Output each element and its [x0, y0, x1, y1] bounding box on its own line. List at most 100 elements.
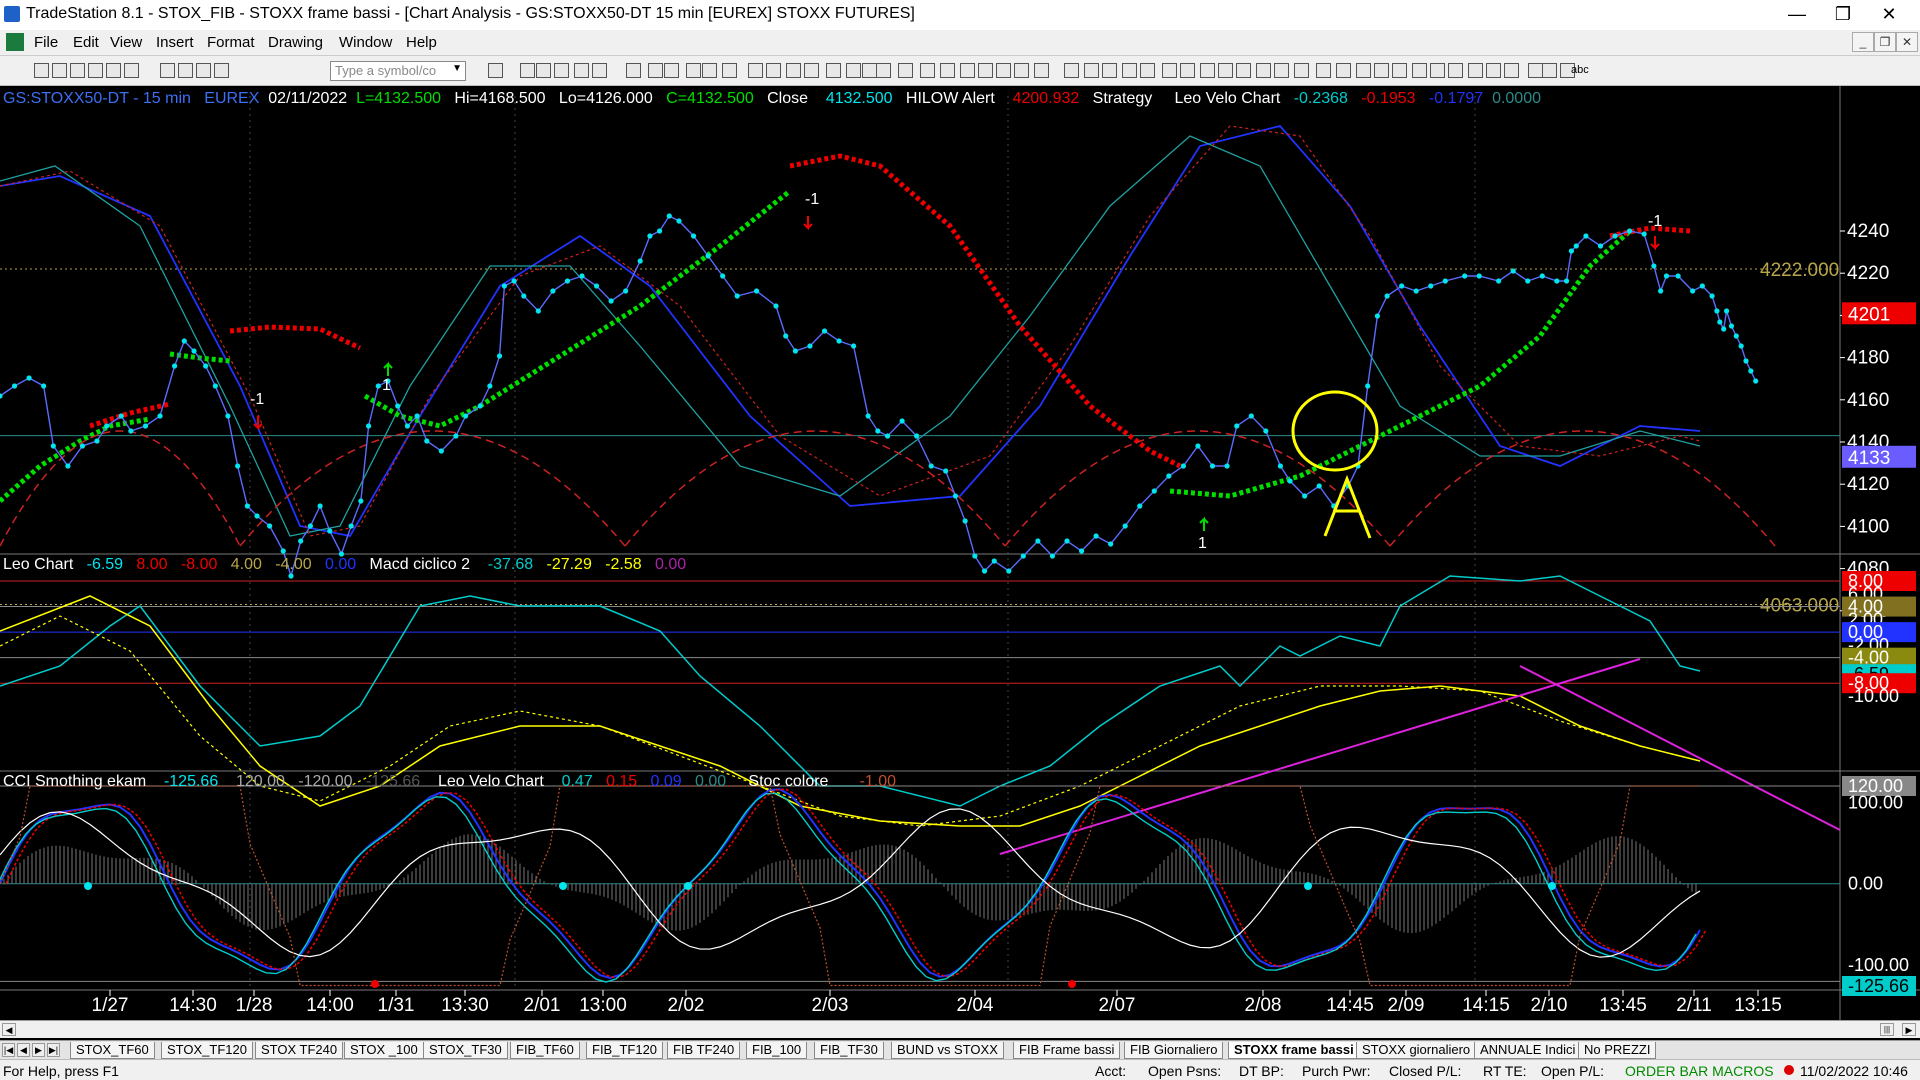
print-preview-tool-icon[interactable] — [124, 63, 139, 78]
chart-area[interactable]: 4240422042004180416041404120410040804060… — [0, 86, 1920, 1030]
menu-drawing[interactable]: Drawing — [268, 34, 323, 51]
tab-fib-giornaliero[interactable]: FIB Giornaliero — [1124, 1042, 1224, 1059]
scroll-right-icon[interactable]: ▶ — [1902, 1023, 1916, 1036]
order-bar-macros[interactable]: ORDER BAR MACROS — [1625, 1063, 1774, 1079]
menu-help[interactable]: Help — [406, 34, 437, 51]
alerts-tool-icon[interactable] — [1412, 63, 1427, 78]
horizontal-scrollbar[interactable]: ◀ ||| ▶ — [0, 1020, 1920, 1038]
tab-first-icon[interactable]: |◀ — [2, 1043, 15, 1057]
horizontal-tool-icon[interactable] — [862, 63, 877, 78]
tab-fib-tf240[interactable]: FIB TF240 — [667, 1042, 741, 1059]
table-tool-icon[interactable] — [520, 63, 535, 78]
trendline-tool-icon[interactable] — [846, 63, 861, 78]
mdi-minimize-button[interactable]: _ — [1852, 32, 1874, 52]
tab-stox-tf60[interactable]: STOX_TF60 — [70, 1042, 155, 1059]
tick-tool-icon[interactable] — [1430, 63, 1445, 78]
save-all-tool-icon[interactable] — [88, 63, 103, 78]
save-tool-icon[interactable] — [70, 63, 85, 78]
text-tool-icon[interactable] — [826, 63, 841, 78]
radar-tool-icon[interactable] — [554, 63, 569, 78]
tab-stox-tf240[interactable]: STOX TF240 — [255, 1042, 344, 1059]
line-tool-icon[interactable] — [1542, 63, 1557, 78]
tab-stoxx-frame-bassi[interactable]: STOXX frame bassi — [1228, 1042, 1360, 1059]
ellipse-tool-icon[interactable] — [960, 63, 975, 78]
matrix-tool-icon[interactable] — [592, 63, 607, 78]
tick-tool-icon[interactable] — [686, 63, 701, 78]
tab-fib-tf30[interactable]: FIB_TF30 — [814, 1042, 884, 1059]
tab-next-icon[interactable]: ▶ — [32, 1043, 45, 1057]
maximize-button[interactable]: ❐ — [1820, 0, 1866, 30]
tab-annuale-indici[interactable]: ANNUALE Indici — [1474, 1042, 1582, 1059]
save-all-tool-icon[interactable] — [1122, 63, 1137, 78]
tab-fib-tf60[interactable]: FIB_TF60 — [510, 1042, 580, 1059]
drag-tool-icon[interactable] — [766, 63, 781, 78]
zoom-in-tool-icon[interactable] — [1448, 63, 1463, 78]
fib-tool-icon[interactable] — [920, 63, 935, 78]
save-tool-icon[interactable] — [1102, 63, 1117, 78]
symbol-input[interactable]: Type a symbol/co ▼ — [330, 61, 466, 81]
cut-tool-icon[interactable] — [1180, 63, 1195, 78]
chart-tool-icon[interactable] — [488, 63, 503, 78]
up-arrow-tool-icon[interactable] — [978, 63, 993, 78]
cut-tool-icon[interactable] — [160, 63, 175, 78]
paste-tool-icon[interactable] — [196, 63, 211, 78]
copy-tool-icon[interactable] — [178, 63, 193, 78]
text-tool-icon[interactable]: abc — [1571, 64, 1589, 76]
arc-tool-icon[interactable] — [940, 63, 955, 78]
paste-tool-icon[interactable] — [1218, 63, 1233, 78]
options-tool-icon[interactable] — [648, 63, 663, 78]
drag-tool-icon[interactable] — [1504, 63, 1519, 78]
scroll-left-icon[interactable]: ◀ — [2, 1023, 16, 1036]
format-tool-icon[interactable] — [214, 63, 229, 78]
new-tool-icon[interactable] — [1064, 63, 1079, 78]
tab-fib-tf120[interactable]: FIB_TF120 — [586, 1042, 664, 1059]
menu-edit[interactable]: Edit — [73, 34, 99, 51]
table-tool-icon[interactable] — [1274, 63, 1289, 78]
tab-bund-vs-stoxx[interactable]: BUND vs STOXX — [891, 1042, 1004, 1059]
menu-file[interactable]: File — [34, 34, 58, 51]
print-tool-icon[interactable] — [106, 63, 121, 78]
menu-view[interactable]: View — [110, 34, 142, 51]
open-tool-icon[interactable] — [52, 63, 67, 78]
tab-stoxx-giornaliero[interactable]: STOXX giornaliero — [1356, 1042, 1477, 1059]
tab-last-icon[interactable]: ▶| — [47, 1043, 60, 1057]
print-preview-tool-icon[interactable] — [1162, 63, 1177, 78]
tab-prev-icon[interactable]: ◀ — [17, 1043, 30, 1057]
scanner-tool-icon[interactable] — [1336, 63, 1351, 78]
chevron-down-icon[interactable]: ▼ — [452, 63, 462, 74]
pointer-tool-icon[interactable] — [748, 63, 763, 78]
format-tool-icon[interactable] — [1236, 63, 1251, 78]
scroll-thumb[interactable]: ||| — [1880, 1023, 1894, 1036]
channel-tool-icon[interactable] — [898, 63, 913, 78]
vertical-tool-icon[interactable] — [876, 63, 891, 78]
tab-stox-tf120[interactable]: STOX_TF120 — [161, 1042, 253, 1059]
zoom-out-tool-icon[interactable] — [722, 63, 737, 78]
chart-tool-icon[interactable] — [1256, 63, 1271, 78]
matrix-tool-icon[interactable] — [1356, 63, 1371, 78]
crosshair-tool-icon[interactable] — [1528, 63, 1543, 78]
tab-stox-100[interactable]: STOX _100 — [344, 1042, 424, 1059]
radar-tool-icon[interactable] — [1316, 63, 1331, 78]
grid-tool-icon[interactable] — [1294, 63, 1309, 78]
zoom-out-tool-icon[interactable] — [1468, 63, 1483, 78]
minimize-button[interactable]: — — [1774, 0, 1820, 30]
tab-no-prezzi[interactable]: No PREZZI — [1578, 1042, 1657, 1059]
menu-format[interactable]: Format — [207, 34, 255, 51]
rectangle-tool-icon[interactable] — [1034, 63, 1049, 78]
grid-tool-icon[interactable] — [536, 63, 551, 78]
news-tool-icon[interactable] — [626, 63, 641, 78]
tab-stox-tf30[interactable]: STOX_TF30 — [423, 1042, 508, 1059]
new-tool-icon[interactable] — [34, 63, 49, 78]
copy-tool-icon[interactable] — [1200, 63, 1215, 78]
print-tool-icon[interactable] — [1140, 63, 1155, 78]
alerts-tool-icon[interactable] — [664, 63, 679, 78]
menu-window[interactable]: Window — [339, 34, 392, 51]
tab-fib-frame-bassi[interactable]: FIB Frame bassi — [1013, 1042, 1121, 1059]
crosshair-tool-icon[interactable] — [786, 63, 801, 78]
circle-tool-icon[interactable] — [1014, 63, 1029, 78]
mdi-restore-button[interactable]: ❐ — [1874, 32, 1896, 52]
open-tool-icon[interactable] — [1084, 63, 1099, 78]
tab-fib-100[interactable]: FIB_100 — [746, 1042, 808, 1059]
close-button[interactable]: ✕ — [1866, 0, 1912, 30]
pointer-tool-icon[interactable] — [1486, 63, 1501, 78]
